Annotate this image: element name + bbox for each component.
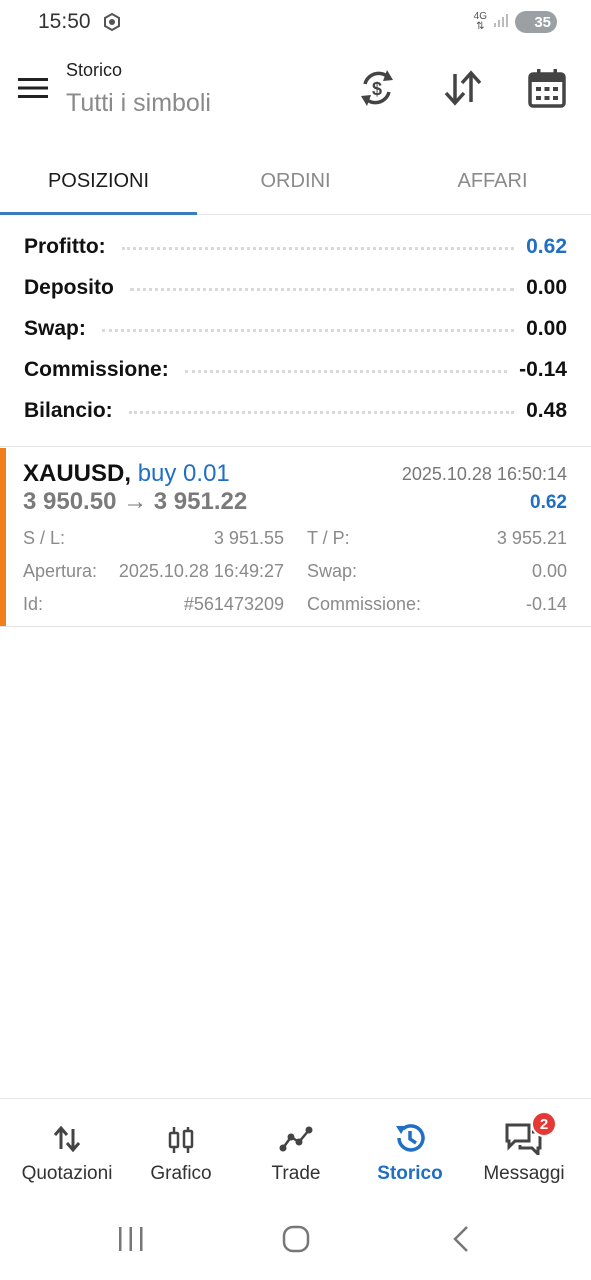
nav-label: Messaggi: [483, 1163, 565, 1184]
summary-value: 0.62: [526, 234, 567, 258]
position-type: buy 0.01: [137, 460, 230, 487]
divider: [0, 626, 591, 627]
nav-label: Quotazioni: [21, 1163, 113, 1184]
position-item[interactable]: XAUUSD, buy 0.01 2025.10.28 16:50:14 3 9…: [0, 448, 591, 626]
unread-badge: 2: [531, 1111, 557, 1137]
divider: [0, 446, 591, 447]
summary-row-profit: Profitto: 0.62: [0, 226, 591, 267]
status-time: 15:50: [38, 10, 91, 33]
dotted-leader: [128, 411, 515, 414]
quotes-icon: [8, 1125, 126, 1158]
nav-label: Trade: [271, 1163, 321, 1184]
id-label: Id:: [23, 594, 44, 614]
sort-icon[interactable]: [443, 66, 483, 115]
network-type-icon: 4G ⇅: [473, 11, 487, 32]
page-title: Storico: [66, 60, 123, 80]
menu-icon[interactable]: [17, 76, 49, 105]
nav-label: Storico: [377, 1163, 443, 1184]
system-navigation-bar: [0, 1200, 591, 1280]
back-icon[interactable]: [449, 1222, 473, 1261]
app-notification-icon: [102, 12, 122, 37]
home-icon[interactable]: [280, 1222, 312, 1261]
summary-row-balance: Bilancio: 0.48: [0, 390, 591, 431]
summary-row-commission: Commissione: -0.14: [0, 349, 591, 390]
recent-apps-icon[interactable]: [117, 1222, 145, 1261]
position-prices: 3 950.50 → 3 951.22: [23, 488, 248, 515]
account-summary: Profitto: 0.62 Deposito 0.00 Swap: 0.00 …: [0, 226, 591, 431]
summary-label: Bilancio:: [24, 398, 113, 422]
position-symbol-line: XAUUSD, buy 0.01: [23, 460, 230, 488]
tab-positions[interactable]: POSIZIONI: [0, 150, 197, 212]
summary-value: 0.00: [526, 275, 567, 299]
summary-value: 0.48: [526, 398, 567, 422]
battery-level: 35: [534, 13, 551, 31]
summary-label: Commissione:: [24, 357, 169, 381]
open-time-value: 2025.10.28 16:49:27: [118, 561, 284, 581]
dotted-leader: [129, 288, 515, 291]
open-time-label: Apertura:: [23, 561, 98, 581]
summary-label: Deposito: [24, 275, 114, 299]
nav-quotes[interactable]: Quotazioni: [8, 1099, 126, 1199]
summary-label: Profitto:: [24, 234, 106, 258]
nav-messages[interactable]: 2 Messaggi: [465, 1099, 583, 1199]
app-bar: Storico Tutti i simboli $: [0, 56, 591, 128]
position-symbol: XAUUSD: [23, 460, 125, 487]
tabs: POSIZIONI ORDINI AFFARI: [0, 150, 591, 215]
tp-value: 3 955.21: [496, 528, 567, 548]
signal-icon: [493, 12, 509, 33]
nav-history[interactable]: Storico: [351, 1099, 469, 1199]
tab-deals[interactable]: AFFARI: [394, 150, 591, 212]
nav-trade[interactable]: Trade: [237, 1099, 355, 1199]
swap-value: 0.00: [531, 561, 567, 581]
active-tab-indicator: [0, 212, 197, 215]
commission-label: Commissione:: [307, 594, 422, 614]
summary-value: -0.14: [519, 357, 567, 381]
summary-label: Swap:: [24, 316, 86, 340]
sl-value: 3 951.55: [213, 528, 284, 548]
status-right: 4G ⇅ 35: [474, 11, 557, 33]
battery-icon: 35: [515, 11, 557, 33]
trade-icon: [237, 1125, 355, 1158]
tp-label: T / P:: [307, 528, 350, 548]
summary-row-deposit: Deposito 0.00: [0, 267, 591, 308]
dotted-leader: [121, 247, 515, 250]
summary-row-swap: Swap: 0.00: [0, 308, 591, 349]
bottom-navigation: Quotazioni Grafico Trade Storico 2 Messa…: [0, 1098, 591, 1199]
symbol-filter[interactable]: Tutti i simboli: [66, 89, 211, 118]
dotted-leader: [184, 370, 508, 373]
position-close-time: 2025.10.28 16:50:14: [401, 464, 567, 484]
id-value: #561473209: [183, 594, 284, 614]
tab-orders[interactable]: ORDINI: [197, 150, 394, 212]
position-profit: 0.62: [530, 492, 567, 513]
summary-value: 0.00: [526, 316, 567, 340]
nav-label: Grafico: [150, 1163, 212, 1184]
nav-chart[interactable]: Grafico: [122, 1099, 240, 1199]
messages-icon: [465, 1123, 583, 1160]
svg-text:$: $: [372, 79, 382, 99]
chart-icon: [122, 1125, 240, 1160]
position-type-bar: [0, 448, 6, 626]
history-icon: [351, 1124, 469, 1160]
symbol-separator: ,: [124, 460, 132, 487]
swap-label: Swap:: [307, 561, 358, 581]
status-bar: 15:50 4G ⇅ 35: [0, 0, 591, 46]
currency-exchange-icon[interactable]: $: [357, 66, 397, 115]
calendar-icon[interactable]: [527, 66, 567, 115]
dotted-leader: [101, 329, 515, 332]
commission-value: -0.14: [525, 594, 567, 614]
sl-label: S / L:: [23, 528, 66, 548]
